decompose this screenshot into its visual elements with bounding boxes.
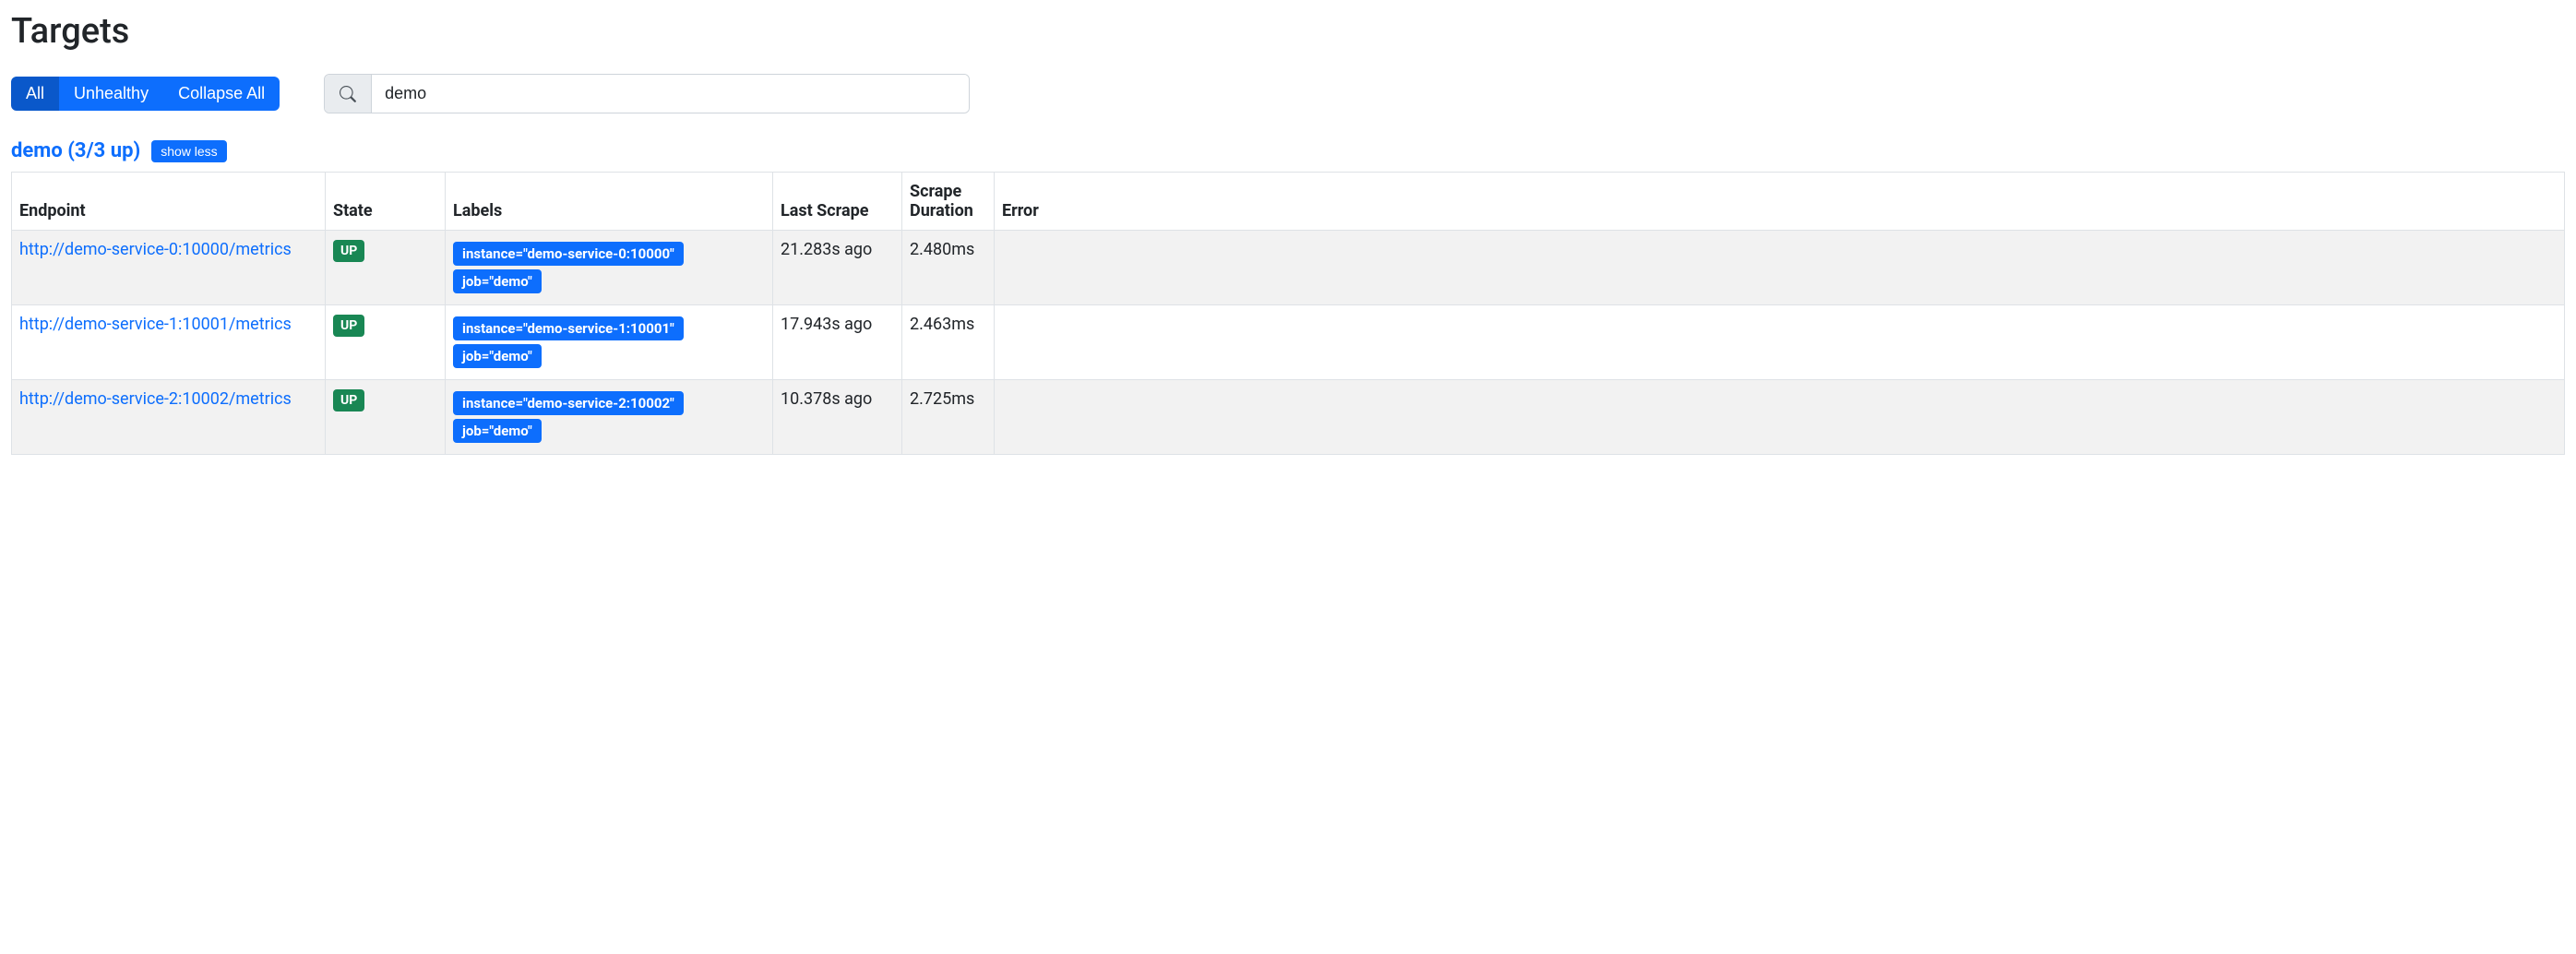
scrape-duration-cell: 2.480ms [902, 231, 995, 305]
filter-unhealthy-button[interactable]: Unhealthy [59, 77, 163, 111]
targets-table: Endpoint State Labels Last Scrape Scrape… [11, 172, 2565, 455]
scrape-duration-cell: 2.725ms [902, 380, 995, 455]
label-pill: job="demo" [453, 344, 542, 368]
label-pill: instance="demo-service-0:10000" [453, 242, 684, 266]
filter-button-group: All Unhealthy Collapse All [11, 77, 280, 111]
col-last-scrape-header: Last Scrape [773, 173, 902, 231]
error-cell [995, 231, 2565, 305]
scrape-duration-cell: 2.463ms [902, 305, 995, 380]
last-scrape-cell: 10.378s ago [773, 380, 902, 455]
error-cell [995, 305, 2565, 380]
col-labels-header: Labels [446, 173, 773, 231]
state-badge: UP [333, 240, 364, 262]
show-less-button[interactable]: show less [151, 140, 226, 162]
group-title-link[interactable]: demo (3/3 up) [11, 139, 140, 162]
last-scrape-cell: 17.943s ago [773, 305, 902, 380]
error-cell [995, 380, 2565, 455]
state-badge: UP [333, 389, 364, 411]
col-scrape-duration-header: Scrape Duration [902, 173, 995, 231]
filter-all-button[interactable]: All [11, 77, 59, 111]
controls-row: All Unhealthy Collapse All [11, 74, 2565, 113]
label-pill: instance="demo-service-2:10002" [453, 391, 684, 415]
table-header-row: Endpoint State Labels Last Scrape Scrape… [12, 173, 2565, 231]
col-endpoint-header: Endpoint [12, 173, 326, 231]
search-group [324, 74, 970, 113]
col-state-header: State [326, 173, 446, 231]
table-row: http://demo-service-2:10002/metrics UP ins… [12, 380, 2565, 455]
page-title: Targets [11, 11, 2565, 52]
label-pill: job="demo" [453, 419, 542, 443]
col-error-header: Error [995, 173, 2565, 231]
state-badge: UP [333, 315, 364, 337]
endpoint-link[interactable]: http://demo-service-1:10001/metrics [19, 315, 292, 334]
label-pill: instance="demo-service-1:10001" [453, 316, 684, 340]
endpoint-link[interactable]: http://demo-service-0:10000/metrics [19, 240, 292, 259]
search-input[interactable] [372, 75, 969, 113]
last-scrape-cell: 21.283s ago [773, 231, 902, 305]
table-row: http://demo-service-0:10000/metrics UP ins… [12, 231, 2565, 305]
label-pill: job="demo" [453, 269, 542, 293]
search-icon [325, 75, 372, 113]
endpoint-link[interactable]: http://demo-service-2:10002/metrics [19, 389, 292, 409]
group-header: demo (3/3 up) show less [11, 139, 2565, 162]
collapse-all-button[interactable]: Collapse All [163, 77, 280, 111]
table-row: http://demo-service-1:10001/metrics UP ins… [12, 305, 2565, 380]
